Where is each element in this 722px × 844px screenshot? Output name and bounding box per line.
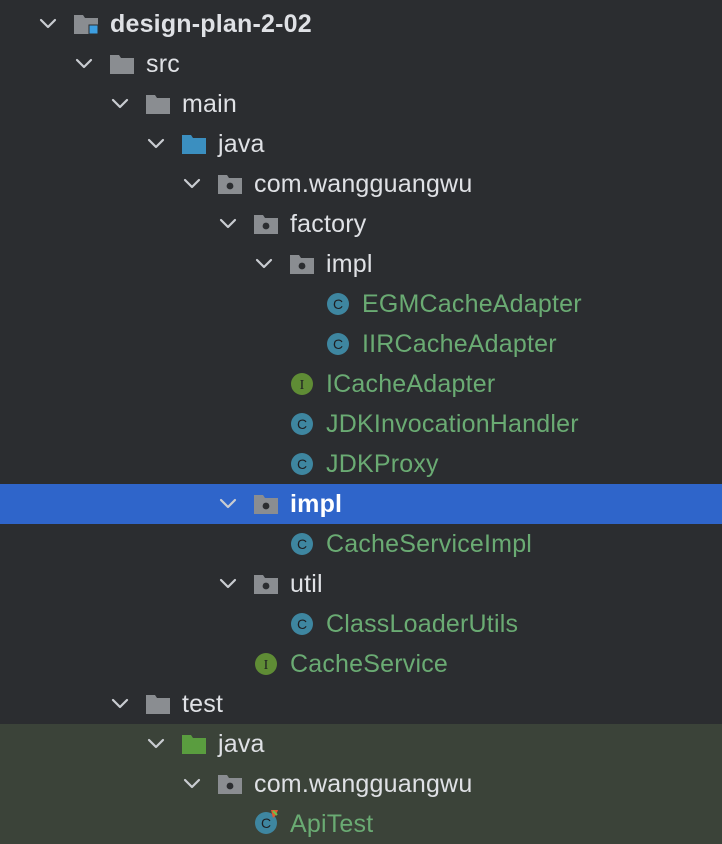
package-icon bbox=[290, 254, 314, 274]
chevron-down-icon[interactable] bbox=[254, 254, 274, 274]
chevron-down-icon[interactable] bbox=[218, 494, 238, 514]
tree-item-label: CacheService bbox=[290, 650, 449, 678]
tree-item-label: factory bbox=[290, 210, 367, 238]
tree-row[interactable]: test bbox=[0, 684, 722, 724]
tree-row[interactable]: C CacheServiceImpl bbox=[0, 524, 722, 564]
tree-row[interactable]: design-plan-2-02 bbox=[0, 4, 722, 44]
svg-text:C: C bbox=[297, 416, 307, 432]
tree-item-label: ICacheAdapter bbox=[326, 370, 496, 398]
chevron-down-icon[interactable] bbox=[182, 174, 202, 194]
chevron-down-icon[interactable] bbox=[182, 774, 202, 794]
svg-text:C: C bbox=[297, 616, 307, 632]
class-icon: C bbox=[290, 612, 314, 636]
class-icon: C bbox=[326, 292, 350, 316]
tree-item-label: ApiTest bbox=[290, 810, 374, 838]
class-icon: C bbox=[290, 452, 314, 476]
svg-text:I: I bbox=[264, 658, 269, 673]
svg-text:I: I bbox=[300, 378, 305, 393]
chevron-down-icon[interactable] bbox=[218, 574, 238, 594]
tree-item-label: EGMCacheAdapter bbox=[362, 290, 582, 318]
tree-row[interactable]: C JDKInvocationHandler bbox=[0, 404, 722, 444]
tree-item-label: java bbox=[218, 730, 265, 758]
tree-row[interactable]: java bbox=[0, 124, 722, 164]
project-tree: design-plan-2-02 src main java com.wangguang… bbox=[0, 0, 722, 844]
interface-icon: I bbox=[290, 372, 314, 396]
chevron-down-icon[interactable] bbox=[146, 734, 166, 754]
svg-text:C: C bbox=[333, 336, 343, 352]
chevron-down-icon[interactable] bbox=[110, 694, 130, 714]
class-icon: C bbox=[290, 532, 314, 556]
module-folder-icon bbox=[74, 14, 98, 34]
chevron-down-icon[interactable] bbox=[146, 134, 166, 154]
tree-item-label: JDKInvocationHandler bbox=[326, 410, 579, 438]
package-icon bbox=[254, 574, 278, 594]
package-icon bbox=[218, 174, 242, 194]
tree-row[interactable]: impl bbox=[0, 484, 722, 524]
chevron-down-icon[interactable] bbox=[38, 14, 58, 34]
tree-row[interactable]: C EGMCacheAdapter bbox=[0, 284, 722, 324]
package-icon bbox=[218, 774, 242, 794]
class-icon: C bbox=[326, 332, 350, 356]
folder-icon bbox=[110, 54, 134, 74]
tree-row[interactable]: src bbox=[0, 44, 722, 84]
tree-row[interactable]: main bbox=[0, 84, 722, 124]
tree-row[interactable]: util bbox=[0, 564, 722, 604]
svg-text:C: C bbox=[333, 296, 343, 312]
tree-item-label: IIRCacheAdapter bbox=[362, 330, 557, 358]
tree-row[interactable]: factory bbox=[0, 204, 722, 244]
tree-item-label: CacheServiceImpl bbox=[326, 530, 533, 558]
tree-row[interactable]: impl bbox=[0, 244, 722, 284]
package-icon bbox=[254, 214, 278, 234]
class-icon: C bbox=[290, 412, 314, 436]
tree-item-label: ClassLoaderUtils bbox=[326, 610, 519, 638]
tree-row[interactable]: com.wangguangwu bbox=[0, 764, 722, 804]
chevron-down-icon[interactable] bbox=[218, 214, 238, 234]
interface-icon: I bbox=[254, 652, 278, 676]
svg-text:C: C bbox=[297, 456, 307, 472]
package-icon bbox=[254, 494, 278, 514]
tree-row[interactable]: I ICacheAdapter bbox=[0, 364, 722, 404]
tree-row[interactable]: C ApiTest bbox=[0, 804, 722, 844]
tree-item-label: impl bbox=[290, 490, 343, 518]
tree-row[interactable]: C JDKProxy bbox=[0, 444, 722, 484]
tree-item-label: design-plan-2-02 bbox=[110, 10, 312, 38]
test-root-folder-icon bbox=[182, 734, 206, 754]
tree-item-label: JDKProxy bbox=[326, 450, 439, 478]
tree-item-label: src bbox=[146, 50, 180, 78]
tree-item-label: main bbox=[182, 90, 237, 118]
svg-text:C: C bbox=[297, 536, 307, 552]
chevron-down-icon[interactable] bbox=[110, 94, 130, 114]
folder-icon bbox=[146, 694, 170, 714]
chevron-down-icon[interactable] bbox=[74, 54, 94, 74]
tree-item-label: com.wangguangwu bbox=[254, 170, 473, 198]
tree-item-label: java bbox=[218, 130, 265, 158]
tree-row[interactable]: C ClassLoaderUtils bbox=[0, 604, 722, 644]
tree-item-label: impl bbox=[326, 250, 373, 278]
folder-icon bbox=[146, 94, 170, 114]
tree-item-label: com.wangguangwu bbox=[254, 770, 473, 798]
svg-text:C: C bbox=[261, 815, 271, 831]
tree-row[interactable]: I CacheService bbox=[0, 644, 722, 684]
tree-row[interactable]: java bbox=[0, 724, 722, 764]
tree-row[interactable]: com.wangguangwu bbox=[0, 164, 722, 204]
tree-item-label: test bbox=[182, 690, 224, 718]
test-class-icon: C bbox=[254, 809, 280, 835]
tree-row[interactable]: C IIRCacheAdapter bbox=[0, 324, 722, 364]
source-root-folder-icon bbox=[182, 134, 206, 154]
tree-item-label: util bbox=[290, 570, 323, 598]
